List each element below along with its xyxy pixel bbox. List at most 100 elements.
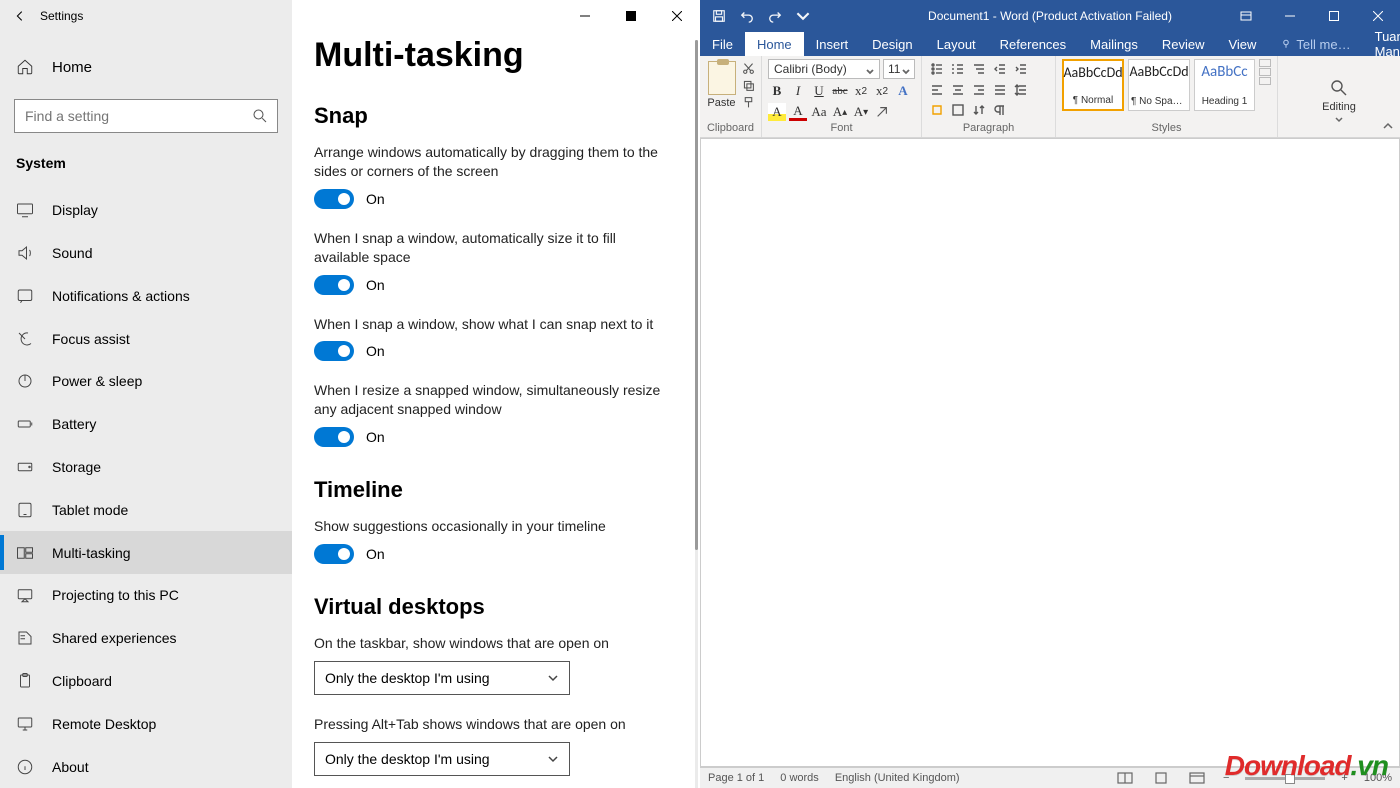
align-center-button[interactable] <box>949 80 967 98</box>
sidebar-item-projecting[interactable]: Projecting to this PC <box>0 574 292 617</box>
sidebar-home[interactable]: Home <box>0 46 292 89</box>
clear-formatting-button[interactable] <box>873 103 891 121</box>
tab-home[interactable]: Home <box>745 32 804 56</box>
vd-dropdown-1[interactable]: Only the desktop I'm using <box>314 742 570 776</box>
print-layout-button[interactable] <box>1151 770 1171 786</box>
maximize-button[interactable] <box>1312 0 1356 32</box>
subscript-button[interactable]: x2 <box>852 82 870 100</box>
chevron-down-icon <box>547 753 559 765</box>
increase-indent-button[interactable] <box>1012 59 1030 77</box>
close-button[interactable] <box>1356 0 1400 32</box>
sidebar-item-storage[interactable]: Storage <box>0 446 292 489</box>
style-normal[interactable]: AaBbCcDd ¶ Normal <box>1062 59 1124 111</box>
ribbon-display-options[interactable] <box>1224 0 1268 32</box>
sidebar-item-battery[interactable]: Battery <box>0 403 292 446</box>
back-button[interactable] <box>0 0 40 32</box>
style-heading1[interactable]: AaBbCc Heading 1 <box>1194 59 1255 111</box>
tell-me[interactable]: Tell me… <box>1268 32 1362 56</box>
shading-button[interactable] <box>928 101 946 119</box>
ribbon-group-clipboard: Paste Clipboard <box>700 56 762 137</box>
decrease-indent-button[interactable] <box>991 59 1009 77</box>
minimize-button[interactable] <box>1268 0 1312 32</box>
borders-button[interactable] <box>949 101 967 119</box>
tab-mailings[interactable]: Mailings <box>1078 32 1150 56</box>
zoom-level[interactable]: 100% <box>1364 772 1392 784</box>
settings-search[interactable] <box>14 99 278 133</box>
sidebar-item-sound[interactable]: Sound <box>0 232 292 275</box>
content-scrollbar[interactable] <box>695 40 698 550</box>
user-name[interactable]: Tuan Manh <box>1363 32 1400 56</box>
vd-dropdown-0[interactable]: Only the desktop I'm using <box>314 661 570 695</box>
zoom-slider[interactable] <box>1245 777 1325 780</box>
superscript-button[interactable]: x2 <box>873 82 891 100</box>
sidebar-item-about[interactable]: About <box>0 745 292 788</box>
read-mode-button[interactable] <box>1115 770 1135 786</box>
undo-button[interactable] <box>740 9 754 23</box>
status-page[interactable]: Page 1 of 1 <box>708 772 764 784</box>
chevron-down-icon <box>866 65 874 73</box>
grow-font-button[interactable]: A▴ <box>831 103 849 121</box>
sidebar-item-remote-desktop[interactable]: Remote Desktop <box>0 702 292 745</box>
status-language[interactable]: English (United Kingdom) <box>835 772 960 784</box>
tab-file[interactable]: File <box>700 32 745 56</box>
word-page[interactable] <box>700 138 1400 767</box>
tab-references[interactable]: References <box>988 32 1078 56</box>
zoom-out-button[interactable]: − <box>1223 772 1229 784</box>
tab-insert[interactable]: Insert <box>804 32 861 56</box>
underline-button[interactable]: U <box>810 82 828 100</box>
snap-toggle-1[interactable] <box>314 275 354 295</box>
highlight-button[interactable]: A <box>768 103 786 121</box>
sort-button[interactable] <box>970 101 988 119</box>
format-painter-button[interactable] <box>741 95 755 109</box>
copy-button[interactable] <box>741 78 755 92</box>
snap-toggle-3[interactable] <box>314 427 354 447</box>
web-layout-button[interactable] <box>1187 770 1207 786</box>
snap-toggle-0[interactable] <box>314 189 354 209</box>
multilevel-list-button[interactable] <box>970 59 988 77</box>
status-words[interactable]: 0 words <box>780 772 819 784</box>
sidebar-item-power-sleep[interactable]: Power & sleep <box>0 360 292 403</box>
cut-button[interactable] <box>741 61 755 75</box>
zoom-in-button[interactable]: + <box>1341 772 1347 784</box>
tab-review[interactable]: Review <box>1150 32 1217 56</box>
show-marks-button[interactable] <box>991 101 1009 119</box>
font-size-dropdown[interactable]: 11 <box>883 59 915 79</box>
sidebar-item-shared-experiences[interactable]: Shared experiences <box>0 617 292 660</box>
word-document-area[interactable] <box>700 138 1400 767</box>
paste-button[interactable]: Paste <box>706 59 737 109</box>
sidebar-item-clipboard[interactable]: Clipboard <box>0 660 292 703</box>
shrink-font-button[interactable]: A▾ <box>852 103 870 121</box>
save-button[interactable] <box>712 9 726 23</box>
text-effects-button[interactable]: A <box>894 82 912 100</box>
sidebar-item-multitasking[interactable]: Multi-tasking <box>0 531 292 574</box>
collapse-ribbon-button[interactable] <box>1382 120 1394 135</box>
font-name-dropdown[interactable]: Calibri (Body) <box>768 59 880 79</box>
align-right-button[interactable] <box>970 80 988 98</box>
numbering-button[interactable] <box>949 59 967 77</box>
sidebar-item-tablet-mode[interactable]: Tablet mode <box>0 488 292 531</box>
tab-view[interactable]: View <box>1216 32 1268 56</box>
font-color-button[interactable]: A <box>789 103 807 121</box>
change-case-button[interactable]: Aa <box>810 103 828 121</box>
settings-search-input[interactable] <box>15 108 277 124</box>
bold-button[interactable]: B <box>768 82 786 100</box>
editing-button[interactable]: Editing <box>1322 72 1356 124</box>
style-no-spacing[interactable]: AaBbCcDd ¶ No Spac… <box>1128 59 1190 111</box>
strikethrough-button[interactable]: abc <box>831 82 849 100</box>
timeline-toggle[interactable] <box>314 544 354 564</box>
align-left-button[interactable] <box>928 80 946 98</box>
line-spacing-button[interactable] <box>1012 80 1030 98</box>
tab-design[interactable]: Design <box>860 32 924 56</box>
snap-toggle-2[interactable] <box>314 341 354 361</box>
styles-gallery-more[interactable] <box>1259 59 1271 85</box>
italic-button[interactable]: I <box>789 82 807 100</box>
sidebar-item-focus-assist[interactable]: Focus assist <box>0 317 292 360</box>
bullets-button[interactable] <box>928 59 946 77</box>
redo-button[interactable] <box>768 9 782 23</box>
multitasking-icon <box>16 544 34 562</box>
qat-customize[interactable] <box>796 9 810 23</box>
justify-button[interactable] <box>991 80 1009 98</box>
sidebar-item-display[interactable]: Display <box>0 189 292 232</box>
sidebar-item-notifications[interactable]: Notifications & actions <box>0 274 292 317</box>
tab-layout[interactable]: Layout <box>925 32 988 56</box>
